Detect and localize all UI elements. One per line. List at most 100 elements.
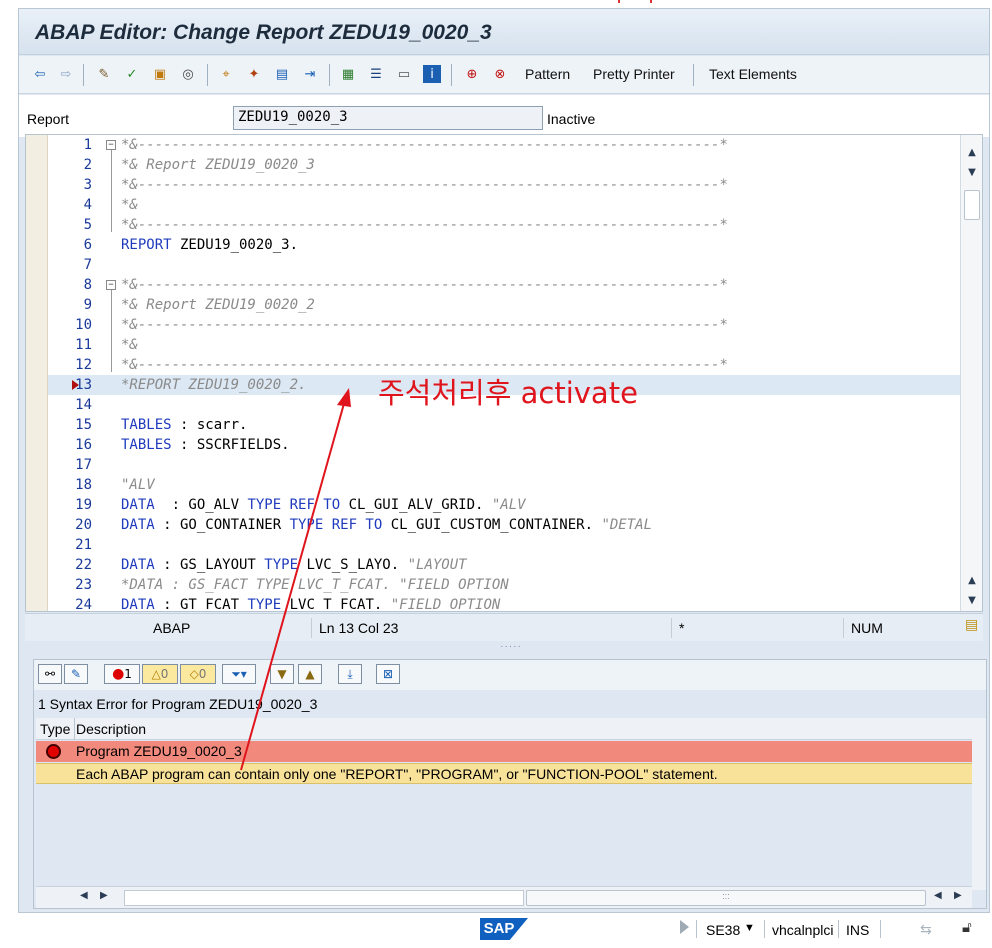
errors-filter-button[interactable]: ● 1 bbox=[104, 664, 140, 684]
info-filter-button[interactable]: ◇ 0 bbox=[180, 664, 216, 684]
scroll-track[interactable] bbox=[124, 890, 524, 906]
transaction-code[interactable]: SE38 bbox=[706, 922, 740, 938]
code-line[interactable]: 8 − *&------------------------------------… bbox=[48, 275, 960, 295]
transfer-icon: ⇆ bbox=[920, 922, 932, 938]
code-line[interactable]: 19 DATA : GO_ALV TYPE REF TO CL_GUI_ALV_G… bbox=[48, 495, 960, 515]
code-line[interactable]: 10 *&------------------------------------… bbox=[48, 315, 960, 335]
code-line[interactable]: 20 DATA : GO_CONTAINER TYPE REF TO CL_GUI… bbox=[48, 515, 960, 535]
navigation-window-icon[interactable]: ⇥ bbox=[301, 65, 319, 83]
scroll-right-icon[interactable]: ▶ bbox=[100, 890, 108, 901]
error-table: Type Description Program ZEDU19_0020_3 E… bbox=[36, 718, 972, 890]
keyword: DATA bbox=[121, 517, 155, 533]
code-line[interactable]: 9 *& Report ZEDU19_0020_2 bbox=[48, 295, 960, 315]
chevron-down-icon[interactable]: ▼ bbox=[744, 922, 755, 934]
arrow-down-icon[interactable]: ▼ bbox=[270, 664, 294, 684]
fold-collapse-icon[interactable]: − bbox=[106, 280, 116, 290]
edit-pencil-icon[interactable]: ✎ bbox=[64, 664, 88, 684]
code-line[interactable]: 15 TABLES : scarr. bbox=[48, 415, 960, 435]
code-line[interactable]: 23 *DATA : GS_FACT TYPE LVC_T_FCAT. "FIEL… bbox=[48, 575, 960, 595]
close-panel-icon[interactable]: ⊠ bbox=[376, 664, 400, 684]
help-icon[interactable]: ▭ bbox=[395, 65, 413, 83]
notes-icon[interactable]: ▤ bbox=[965, 617, 978, 633]
line-number: 12 bbox=[75, 357, 92, 373]
code-line[interactable]: 17 bbox=[48, 455, 960, 475]
code-line[interactable]: 6 REPORT ZEDU19_0020_3. bbox=[48, 235, 960, 255]
warning-triangle-icon: △ bbox=[151, 667, 161, 681]
text-elements-button[interactable]: Text Elements bbox=[709, 66, 797, 82]
code-line[interactable]: 21 bbox=[48, 535, 960, 555]
num-lock-indicator: NUM bbox=[851, 620, 883, 636]
display-object-list-icon[interactable]: ▤ bbox=[273, 65, 291, 83]
fold-collapse-icon[interactable]: − bbox=[106, 140, 116, 150]
hierarchy-icon[interactable]: ▦ bbox=[339, 65, 357, 83]
pattern-button[interactable]: Pattern bbox=[525, 66, 570, 82]
error-table-header: Type Description bbox=[36, 718, 972, 740]
set-breakpoint-icon[interactable]: ⊕ bbox=[463, 65, 481, 83]
glasses-icon[interactable]: ⚯ bbox=[38, 664, 62, 684]
code-line[interactable]: 1 − *&------------------------------------… bbox=[48, 135, 960, 155]
code-token: : GT_FCAT bbox=[154, 597, 248, 612]
line-number: 17 bbox=[75, 457, 92, 473]
activate-icon[interactable]: ▣ bbox=[151, 65, 169, 83]
pin-icon[interactable]: ⤓ bbox=[338, 664, 362, 684]
code-line[interactable]: 11 *& bbox=[48, 335, 960, 355]
scroll-up-icon[interactable]: ▲ bbox=[964, 573, 980, 589]
code-line[interactable]: 5 *&-------------------------------------… bbox=[48, 215, 960, 235]
scroll-up-icon[interactable]: ▲ bbox=[964, 145, 980, 161]
play-icon[interactable] bbox=[680, 920, 689, 934]
column-type[interactable]: Type bbox=[40, 721, 70, 737]
code-line[interactable]: 22 DATA : GS_LAYOUT TYPE LVC_S_LAYO. "LAY… bbox=[48, 555, 960, 575]
info-diamond-icon: ◇ bbox=[189, 667, 199, 681]
pretty-printer-button[interactable]: Pretty Printer bbox=[593, 66, 675, 82]
edit-toggle-icon[interactable]: ✎ bbox=[95, 65, 113, 83]
back-icon[interactable]: ⇦ bbox=[31, 65, 49, 83]
lock-icon[interactable]: 🔓︎ bbox=[962, 918, 978, 938]
arrow-up-icon[interactable]: ▲ bbox=[298, 664, 322, 684]
breakpoint-icon[interactable]: ☰ bbox=[367, 65, 385, 83]
scroll-thumb[interactable] bbox=[964, 190, 980, 220]
syntax-error-panel: ⚯ ✎ ● 1 △ 0 ◇ 0 ⏷▾ ▼ ▲ ⤓ ⊠ 1 Syntax Erro… bbox=[33, 659, 987, 909]
code-token: CL_GUI_CUSTOM_CONTAINER. bbox=[382, 517, 602, 533]
column-description[interactable]: Description bbox=[76, 721, 146, 737]
external-breakpoint-icon[interactable]: ⊗ bbox=[491, 65, 509, 83]
comment: "DETAL bbox=[601, 517, 653, 533]
code-line[interactable]: 2 *& Report ZEDU19_0020_3 bbox=[48, 155, 960, 175]
editor-gutter bbox=[26, 135, 48, 611]
server-name: vhcalnplci bbox=[772, 922, 834, 938]
report-name-field[interactable]: ZEDU19_0020_3 bbox=[233, 106, 543, 130]
title-bar: ABAP Editor: Change Report ZEDU19_0020_3 bbox=[19, 9, 989, 55]
code-token: : GO_ALV bbox=[154, 497, 248, 513]
code-line[interactable]: 3 *&-------------------------------------… bbox=[48, 175, 960, 195]
forward-icon[interactable]: ⇨ bbox=[57, 65, 75, 83]
scroll-left-icon[interactable]: ◀ bbox=[934, 890, 942, 901]
code-line[interactable]: 7 bbox=[48, 255, 960, 275]
info-icon[interactable]: i bbox=[423, 65, 441, 83]
error-horizontal-scrollbar[interactable]: ◀ ▶ ::: ◀ ▶ bbox=[36, 886, 972, 908]
scroll-down-icon[interactable]: ▼ bbox=[964, 593, 980, 609]
scroll-right-icon[interactable]: ▶ bbox=[954, 890, 962, 901]
scroll-thumb[interactable]: ::: bbox=[526, 890, 926, 906]
where-used-icon[interactable]: ⌖ bbox=[217, 65, 235, 83]
editor-vertical-scrollbar[interactable]: ▲ ▼ ▲ ▼ bbox=[960, 135, 982, 611]
keyword: DATA bbox=[121, 557, 155, 573]
warnings-filter-button[interactable]: △ 0 bbox=[142, 664, 178, 684]
code-line[interactable]: 16 TABLES : SSCRFIELDS. bbox=[48, 435, 960, 455]
code-line[interactable]: 4 *& bbox=[48, 195, 960, 215]
check-icon[interactable]: ✓ bbox=[123, 65, 141, 83]
error-vertical-scrollbar[interactable] bbox=[972, 718, 986, 890]
filter-icon[interactable]: ⏷▾ bbox=[222, 664, 256, 684]
language-indicator: ABAP bbox=[153, 620, 191, 636]
table-row[interactable]: Each ABAP program can contain only one "… bbox=[36, 763, 972, 784]
fold-bracket bbox=[111, 290, 112, 372]
line-number: 15 bbox=[75, 417, 92, 433]
table-row[interactable]: Program ZEDU19_0020_3 bbox=[36, 741, 972, 762]
code-line[interactable]: 18 "ALV bbox=[48, 475, 960, 495]
test-icon[interactable]: ◎ bbox=[179, 65, 197, 83]
code-line[interactable]: 24 DATA : GT_FCAT TYPE LVC_T_FCAT. "FIELD… bbox=[48, 595, 960, 612]
scroll-left-icon[interactable]: ◀ bbox=[80, 890, 88, 901]
splitter-handle[interactable]: ····· bbox=[491, 642, 531, 652]
insert-mode[interactable]: INS bbox=[846, 922, 869, 938]
scroll-down-icon[interactable]: ▼ bbox=[964, 165, 980, 181]
line-number: 16 bbox=[75, 437, 92, 453]
object-list-icon[interactable]: ✦ bbox=[245, 65, 263, 83]
